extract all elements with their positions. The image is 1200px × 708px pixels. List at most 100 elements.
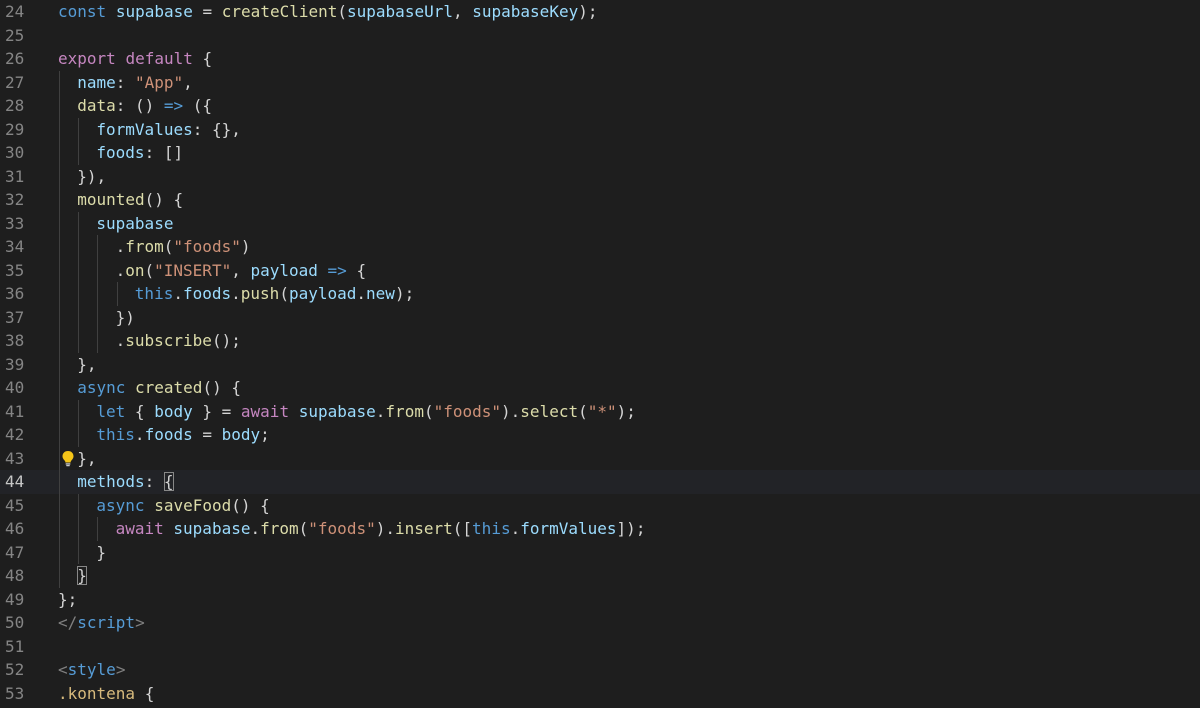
code-line[interactable]: 33 supabase (0, 211, 1200, 235)
code-token: , (183, 72, 193, 92)
code-line[interactable]: 47} (0, 540, 1200, 564)
line-number: 28 (5, 96, 25, 115)
code-token: export (58, 49, 116, 68)
code-token: supabaseKey (472, 2, 579, 21)
code-line[interactable]: 45 async saveFood() { (0, 493, 1200, 517)
indent-guide (59, 470, 60, 494)
code-line[interactable]: 39}, (0, 352, 1200, 376)
code-line[interactable]: 37}) (0, 305, 1200, 329)
code-token: body (221, 425, 261, 444)
code-line[interactable]: 34 .from("foods") (0, 235, 1200, 259)
code-token: ); (578, 2, 598, 21)
code-line[interactable]: 26 export default { (0, 47, 1200, 71)
code-token: formValues (520, 519, 617, 538)
code-token: , (231, 260, 251, 280)
code-token: from (125, 237, 164, 256)
code-token: . (231, 284, 241, 303)
code-line[interactable]: 31}), (0, 164, 1200, 189)
code-token: created (135, 378, 203, 397)
indent-guide (78, 305, 80, 329)
code-editor[interactable]: 24 const supabase = createClient(supabase… (0, 0, 1200, 708)
indent-guide (59, 517, 60, 541)
code-text: this.foods = body; (96, 423, 269, 447)
lightbulb-icon[interactable] (61, 450, 75, 467)
line-number: 35 (5, 260, 25, 280)
code-token: . (510, 519, 521, 538)
code-token: body (154, 401, 193, 421)
code-line[interactable]: 49}; (0, 588, 1200, 612)
line-number: 49 (5, 589, 25, 609)
code-line[interactable]: 32 mounted() { (0, 188, 1200, 212)
code-line[interactable]: 29 formValues: {}, (0, 117, 1200, 141)
code-text: foods: [] (96, 141, 183, 165)
indent-guide (78, 423, 80, 447)
code-token: () { (202, 378, 241, 397)
code-text: export default { (58, 47, 212, 71)
code-line[interactable]: 24 const supabase = createClient(supabase… (0, 0, 1200, 24)
code-line[interactable]: 35 .on("INSERT", payload => { (0, 258, 1200, 282)
code-line[interactable]: 51 (0, 635, 1200, 659)
indent-guide (116, 282, 118, 306)
code-text: mounted() { (77, 188, 183, 212)
line-number: 43 (5, 448, 25, 468)
code-token: "App" (134, 72, 184, 92)
code-text: .subscribe(); (116, 329, 241, 353)
code-token: = (192, 425, 222, 444)
indent-guide (78, 493, 80, 517)
code-line[interactable]: 42 this.foods = body; (0, 423, 1200, 447)
code-token: }, (77, 354, 97, 374)
code-token: : (144, 472, 164, 491)
indent-guide (59, 540, 60, 564)
code-line[interactable]: 50 </script> (0, 611, 1200, 635)
code-line[interactable]: 41 let { body } = await supabase.from("fo… (0, 399, 1200, 424)
code-line[interactable]: 25 (0, 24, 1200, 48)
code-token: ([ (452, 519, 473, 538)
code-token: { (192, 49, 213, 68)
line-number: 30 (5, 143, 25, 162)
indent-guide (59, 399, 60, 423)
line-number: 51 (5, 636, 25, 656)
code-line[interactable]: 30 foods: [] (0, 141, 1200, 165)
code-line[interactable]: 53 .kontena { (0, 682, 1200, 706)
line-number: 29 (5, 119, 25, 139)
code-token: : [] (144, 143, 184, 162)
indent-guide (97, 305, 99, 329)
code-token: this (472, 519, 511, 538)
code-token: "INSERT" (154, 260, 232, 280)
code-line[interactable]: 43}, (0, 446, 1200, 471)
indent-guide (78, 258, 80, 282)
code-token: const (58, 2, 107, 21)
code-line[interactable]: 46 await supabase.from("foods").insert([t… (0, 517, 1200, 541)
code-token: async (96, 495, 145, 515)
code-token: saveFood (154, 495, 232, 515)
code-line[interactable]: 38 .subscribe(); (0, 329, 1200, 353)
code-line[interactable]: 27 name: "App", (0, 70, 1200, 94)
code-text: }, (77, 447, 96, 471)
indent-guide (59, 329, 60, 353)
line-number: 50 (5, 613, 25, 632)
code-line[interactable]: 52 <style> (0, 658, 1200, 682)
indent-guide (59, 493, 60, 517)
code-token: { (346, 260, 367, 280)
code-token: . (375, 401, 386, 421)
code-token: ( (163, 237, 174, 256)
indent-guide (59, 564, 60, 588)
code-token: { (135, 683, 155, 703)
code-token: (); (211, 331, 241, 350)
indent-guide (59, 94, 60, 118)
code-text: }), (77, 165, 106, 189)
indent-guide (59, 305, 60, 329)
code-line[interactable]: 36 this.foods.push(payload.new); (0, 282, 1200, 306)
code-token: await (240, 401, 290, 421)
indent-guide (59, 211, 60, 235)
code-text: let { body } = await supabase.from("food… (96, 400, 636, 424)
line-number: 27 (5, 72, 25, 92)
code-line[interactable]: 28 data: () => ({ (0, 94, 1200, 118)
code-line[interactable]: 48} (0, 564, 1200, 588)
code-line[interactable]: 40 async created() { (0, 376, 1200, 400)
code-token: .kontena (58, 683, 136, 703)
code-line[interactable]: 44 methods: { (0, 470, 1200, 494)
